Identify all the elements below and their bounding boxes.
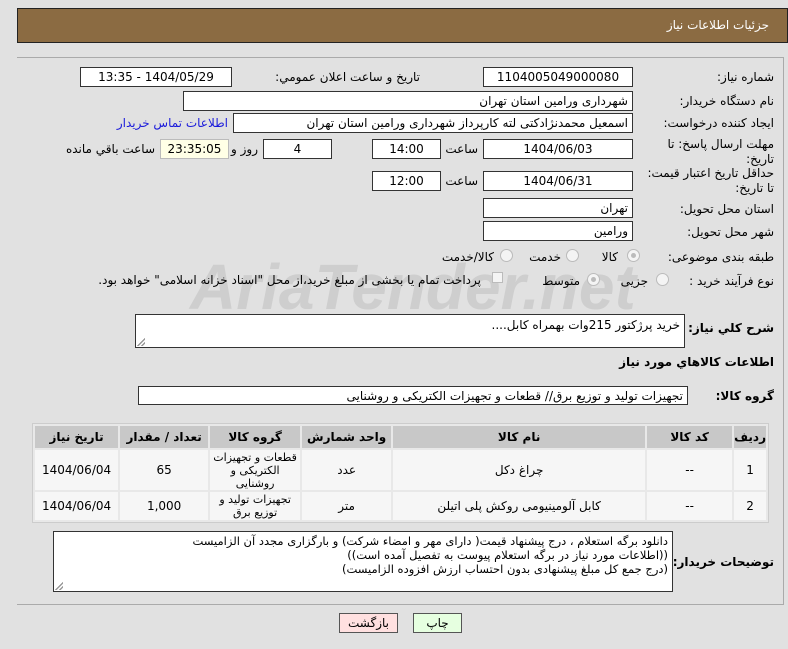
- cell-group: تجهیزات تولید و توزیع برق: [210, 492, 301, 520]
- validity-date-field[interactable]: 1404/06/31: [483, 171, 633, 191]
- cell-name: کابل آلومینیومی روکش پلی اتیلن: [393, 492, 646, 520]
- time-remaining-label: ساعت باقي مانده: [65, 142, 155, 156]
- buyer-org-field[interactable]: شهرداری ورامین استان تهران: [183, 91, 633, 111]
- print-button[interactable]: چاپ: [413, 613, 462, 633]
- category-option-both: کالا/خدمت: [441, 250, 494, 264]
- goods-group-field[interactable]: تجهیزات تولید و توزیع برق// قطعات و تجهی…: [138, 386, 688, 405]
- deadline-date-field[interactable]: 1404/06/03: [483, 139, 633, 159]
- cell-row: 1: [734, 450, 766, 490]
- table-header-row: ردیف کد کالا نام کالا واحد شمارش گروه کا…: [35, 426, 766, 448]
- summary-label: شرح کلي نیاز:: [688, 321, 774, 335]
- cell-qty: 1,000: [120, 492, 209, 520]
- notes-line: ((اطلاعات مورد نیاز در برگه استعلام پیوس…: [347, 548, 668, 562]
- col-qty: تعداد / مقدار: [120, 426, 209, 448]
- deadline-time-label: ساعت: [445, 142, 478, 156]
- cell-code: --: [647, 450, 733, 490]
- cell-code: --: [647, 492, 733, 520]
- col-unit: واحد شمارش: [302, 426, 392, 448]
- deadline-time-field[interactable]: 14:00: [372, 139, 441, 159]
- category-option-service: خدمت: [529, 250, 561, 264]
- time-remaining-field: 23:35:05: [160, 139, 229, 159]
- summary-textarea[interactable]: خرید پرژکتور 215وات بهمراه کابل....: [135, 314, 685, 348]
- notes-label: توضیحات خریدار:: [672, 555, 774, 569]
- process-radio-medium[interactable]: [587, 273, 600, 286]
- category-option-goods: کالا: [601, 250, 618, 264]
- category-label: طبقه بندی موضوعی:: [667, 250, 774, 264]
- validity-time-field[interactable]: 12:00: [372, 171, 441, 191]
- cell-group: قطعات و تجهیزات الکتریکی و روشنایی: [210, 450, 301, 490]
- resize-grip-icon[interactable]: [55, 582, 63, 590]
- creator-field[interactable]: اسمعیل محمدنژادکتی لته کارپرداز شهرداری …: [233, 113, 633, 133]
- buyer-contact-link[interactable]: اطلاعات تماس خریدار: [117, 116, 228, 130]
- col-group: گروه کالا: [210, 426, 301, 448]
- resize-grip-icon[interactable]: [137, 338, 145, 346]
- table-row: 2 -- کابل آلومینیومی روکش پلی اتیلن متر …: [35, 492, 766, 520]
- need-number-field[interactable]: 1104005049000080: [483, 67, 633, 87]
- cell-row: 2: [734, 492, 766, 520]
- province-field[interactable]: تهران: [483, 198, 633, 218]
- category-radio-service[interactable]: [566, 249, 579, 262]
- buyer-org-label: نام دستگاه خریدار:: [679, 94, 775, 108]
- col-name: نام کالا: [393, 426, 646, 448]
- validity-time-label: ساعت: [445, 174, 478, 188]
- cell-unit: متر: [302, 492, 392, 520]
- cell-date: 1404/06/04: [35, 492, 119, 520]
- city-field[interactable]: ورامین: [483, 221, 633, 241]
- province-label: استان محل تحویل:: [679, 202, 774, 216]
- process-option-minor: جزیی: [620, 274, 648, 288]
- goods-heading: اطلاعات کالاهاي مورد نیاز: [619, 355, 774, 369]
- cell-qty: 65: [120, 450, 209, 490]
- treasury-checkbox[interactable]: [492, 272, 503, 283]
- creator-label: ایجاد کننده درخواست:: [663, 116, 774, 130]
- payment-note: پرداخت تمام یا بخشی از مبلغ خرید،از محل …: [98, 273, 481, 287]
- page-title: جزئیات اطلاعات نیاز: [666, 18, 769, 32]
- need-number-label: شماره نیاز:: [717, 70, 774, 84]
- back-button[interactable]: بازگشت: [339, 613, 398, 633]
- page-header: جزئیات اطلاعات نیاز: [17, 8, 788, 43]
- category-radio-both[interactable]: [500, 249, 513, 262]
- notes-line: دانلود برگه استعلام ، درج پیشنهاد قیمت( …: [192, 534, 668, 548]
- city-label: شهر محل تحویل:: [687, 225, 774, 239]
- goods-table: ردیف کد کالا نام کالا واحد شمارش گروه کا…: [32, 423, 769, 523]
- process-label: نوع فرآیند خرید :: [689, 274, 774, 288]
- process-option-medium: متوسط: [542, 274, 580, 288]
- process-radio-minor[interactable]: [656, 273, 669, 286]
- announce-label: تاریخ و ساعت اعلان عمومي:: [275, 70, 420, 84]
- days-label: روز و: [231, 142, 258, 156]
- cell-unit: عدد: [302, 450, 392, 490]
- goods-group-label: گروه کالا:: [715, 389, 774, 403]
- cell-name: چراغ دکل: [393, 450, 646, 490]
- category-radio-goods[interactable]: [627, 249, 640, 262]
- notes-line: (درج جمع کل مبلغ پیشنهادی بدون احتساب ار…: [341, 562, 668, 576]
- cell-date: 1404/06/04: [35, 450, 119, 490]
- announce-field[interactable]: 1404/05/29 - 13:35: [80, 67, 232, 87]
- col-code: کد کالا: [647, 426, 733, 448]
- validity-label: حداقل تاریخ اعتبار قیمت: تا تاریخ:: [647, 166, 774, 195]
- col-date: تاریخ نیاز: [35, 426, 119, 448]
- notes-textarea[interactable]: دانلود برگه استعلام ، درج پیشنهاد قیمت( …: [53, 531, 673, 592]
- col-row: ردیف: [734, 426, 766, 448]
- table-row: 1 -- چراغ دکل عدد قطعات و تجهیزات الکتری…: [35, 450, 766, 490]
- days-remaining-field: 4: [263, 139, 332, 159]
- deadline-label: مهلت ارسال پاسخ: تا تاریخ:: [667, 137, 774, 166]
